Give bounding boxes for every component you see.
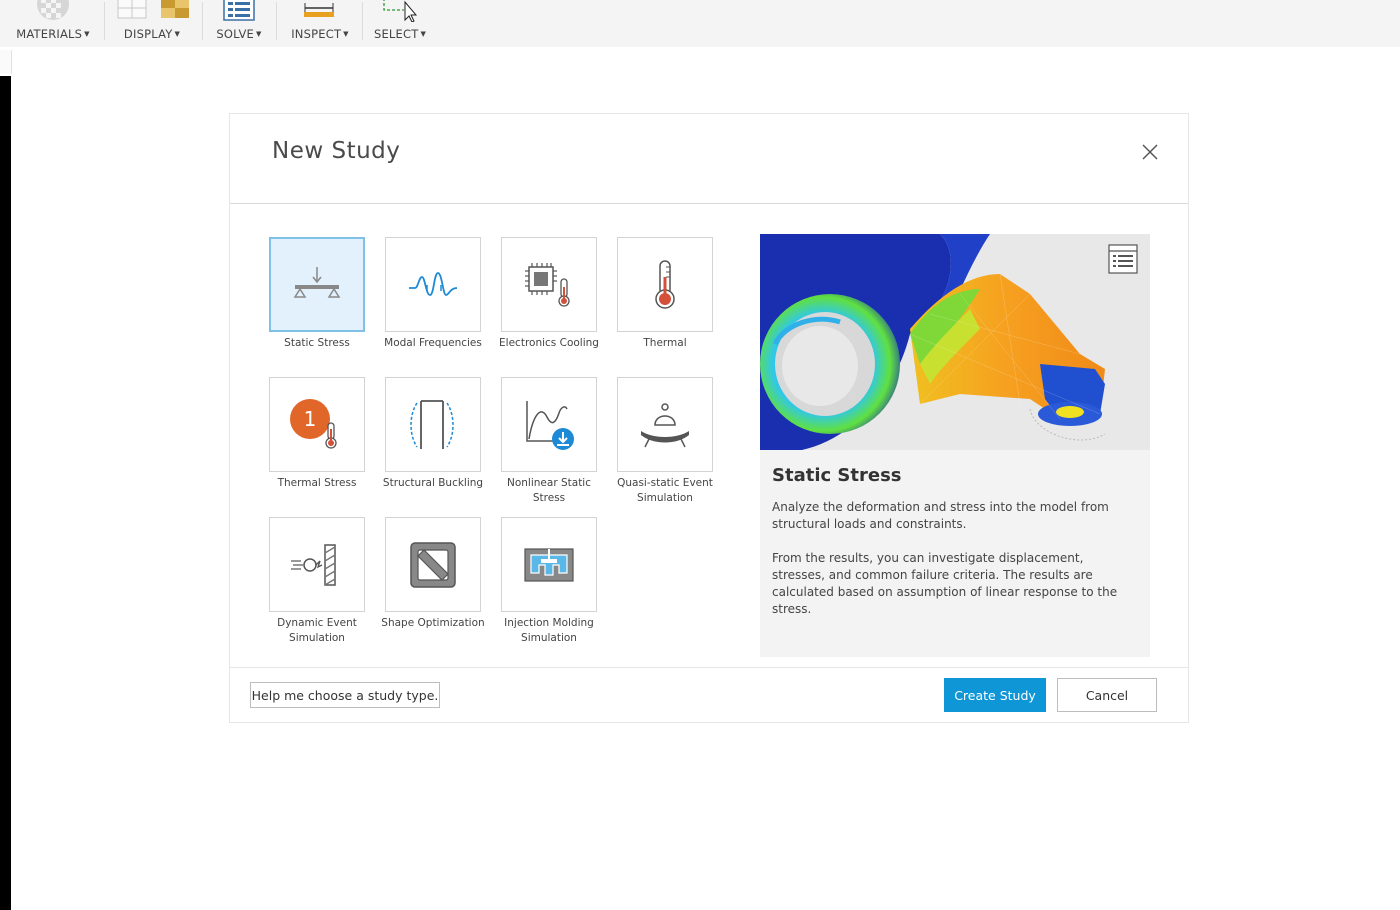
toolbar: MATERIALS ▼ DISPLAY ▼ SOLVE ▼ INSPECT ▼ …	[0, 0, 1400, 47]
study-type-thermal-stress[interactable]: 1 Thermal Stress	[259, 377, 375, 491]
toolbar-materials[interactable]: MATERIALS ▼	[10, 0, 96, 47]
study-type-label: Electronics Cooling	[499, 337, 599, 349]
study-type-injection-molding[interactable]: Injection Molding Simulation	[491, 517, 607, 646]
study-type-structural-buckling[interactable]: Structural Buckling	[375, 377, 491, 491]
dynamic-event-icon	[291, 543, 336, 586]
study-type-electronics-cooling[interactable]: Electronics Cooling	[491, 237, 607, 351]
study-type-label: Dynamic Event Simulation	[277, 617, 357, 644]
solve-list-icon	[223, 0, 255, 21]
study-type-modal-frequencies[interactable]: Modal Frequencies	[375, 237, 491, 351]
toolbar-solve[interactable]: SOLVE ▼	[210, 0, 268, 47]
display-icon	[117, 0, 189, 19]
study-type-label: Injection Molding Simulation	[504, 617, 594, 644]
static-stress-icon	[293, 266, 341, 298]
footer-divider	[230, 667, 1188, 668]
study-type-shape-optimization[interactable]: Shape Optimization	[375, 517, 491, 631]
study-type-label: Modal Frequencies	[384, 337, 482, 349]
side-panel-tab[interactable]	[0, 50, 12, 74]
study-type-label: Nonlinear Static Stress	[507, 477, 591, 504]
study-type-label: Static Stress	[284, 337, 350, 349]
study-preview-panel: Static Stress Analyze the deformation an…	[760, 234, 1150, 657]
new-study-dialog: New Study Static Stress Modal Frequencie	[229, 113, 1189, 723]
header-divider	[230, 203, 1188, 204]
study-type-label: Thermal Stress	[277, 477, 357, 489]
study-type-quasi-static-event[interactable]: Quasi-static Event Simulation	[607, 377, 723, 506]
nonlinear-static-stress-icon	[526, 400, 574, 450]
thermal-icon	[655, 259, 675, 309]
dialog-title: New Study	[272, 138, 401, 164]
inspect-ruler-icon	[304, 3, 334, 17]
structural-buckling-icon	[410, 399, 454, 449]
thermal-stress-icon: 1	[290, 398, 337, 449]
toolbar-select[interactable]: SELECT ▼	[368, 0, 432, 47]
electronics-cooling-icon	[525, 262, 570, 307]
injection-molding-icon	[524, 547, 574, 582]
select-cursor-icon	[383, 0, 418, 22]
close-icon[interactable]	[1140, 142, 1160, 162]
preview-description-2: From the results, you can investigate di…	[772, 551, 1118, 616]
help-choose-study-button[interactable]: Help me choose a study type.	[250, 682, 440, 708]
quasi-static-event-icon	[641, 402, 689, 447]
study-type-label: Thermal	[643, 337, 687, 349]
details-list-icon[interactable]	[1108, 244, 1138, 274]
create-study-button[interactable]: Create Study	[944, 678, 1046, 712]
study-type-thermal[interactable]: Thermal	[607, 237, 723, 351]
toolbar-inspect[interactable]: INSPECT ▼	[284, 0, 356, 47]
study-type-static-stress[interactable]: Static Stress	[259, 237, 375, 351]
shape-optimization-icon	[410, 541, 456, 588]
cancel-button[interactable]: Cancel	[1057, 678, 1157, 712]
preview-description-1: Analyze the deformation and stress into …	[772, 500, 1109, 531]
study-type-dynamic-event[interactable]: Dynamic Event Simulation	[259, 517, 375, 646]
toolbar-display[interactable]: DISPLAY ▼	[112, 0, 192, 47]
stress-result-image	[760, 234, 1150, 450]
browser-panel-edge	[0, 76, 11, 910]
materials-sphere-icon	[37, 0, 69, 20]
study-type-nonlinear-static-stress[interactable]: Nonlinear Static Stress	[491, 377, 607, 506]
thermal-stress-badge: 1	[304, 407, 317, 431]
modal-frequencies-icon	[409, 271, 458, 296]
study-type-label: Quasi-static Event Simulation	[617, 477, 713, 504]
study-type-label: Shape Optimization	[381, 617, 485, 629]
study-type-label: Structural Buckling	[382, 477, 484, 489]
preview-title: Static Stress	[772, 465, 902, 486]
